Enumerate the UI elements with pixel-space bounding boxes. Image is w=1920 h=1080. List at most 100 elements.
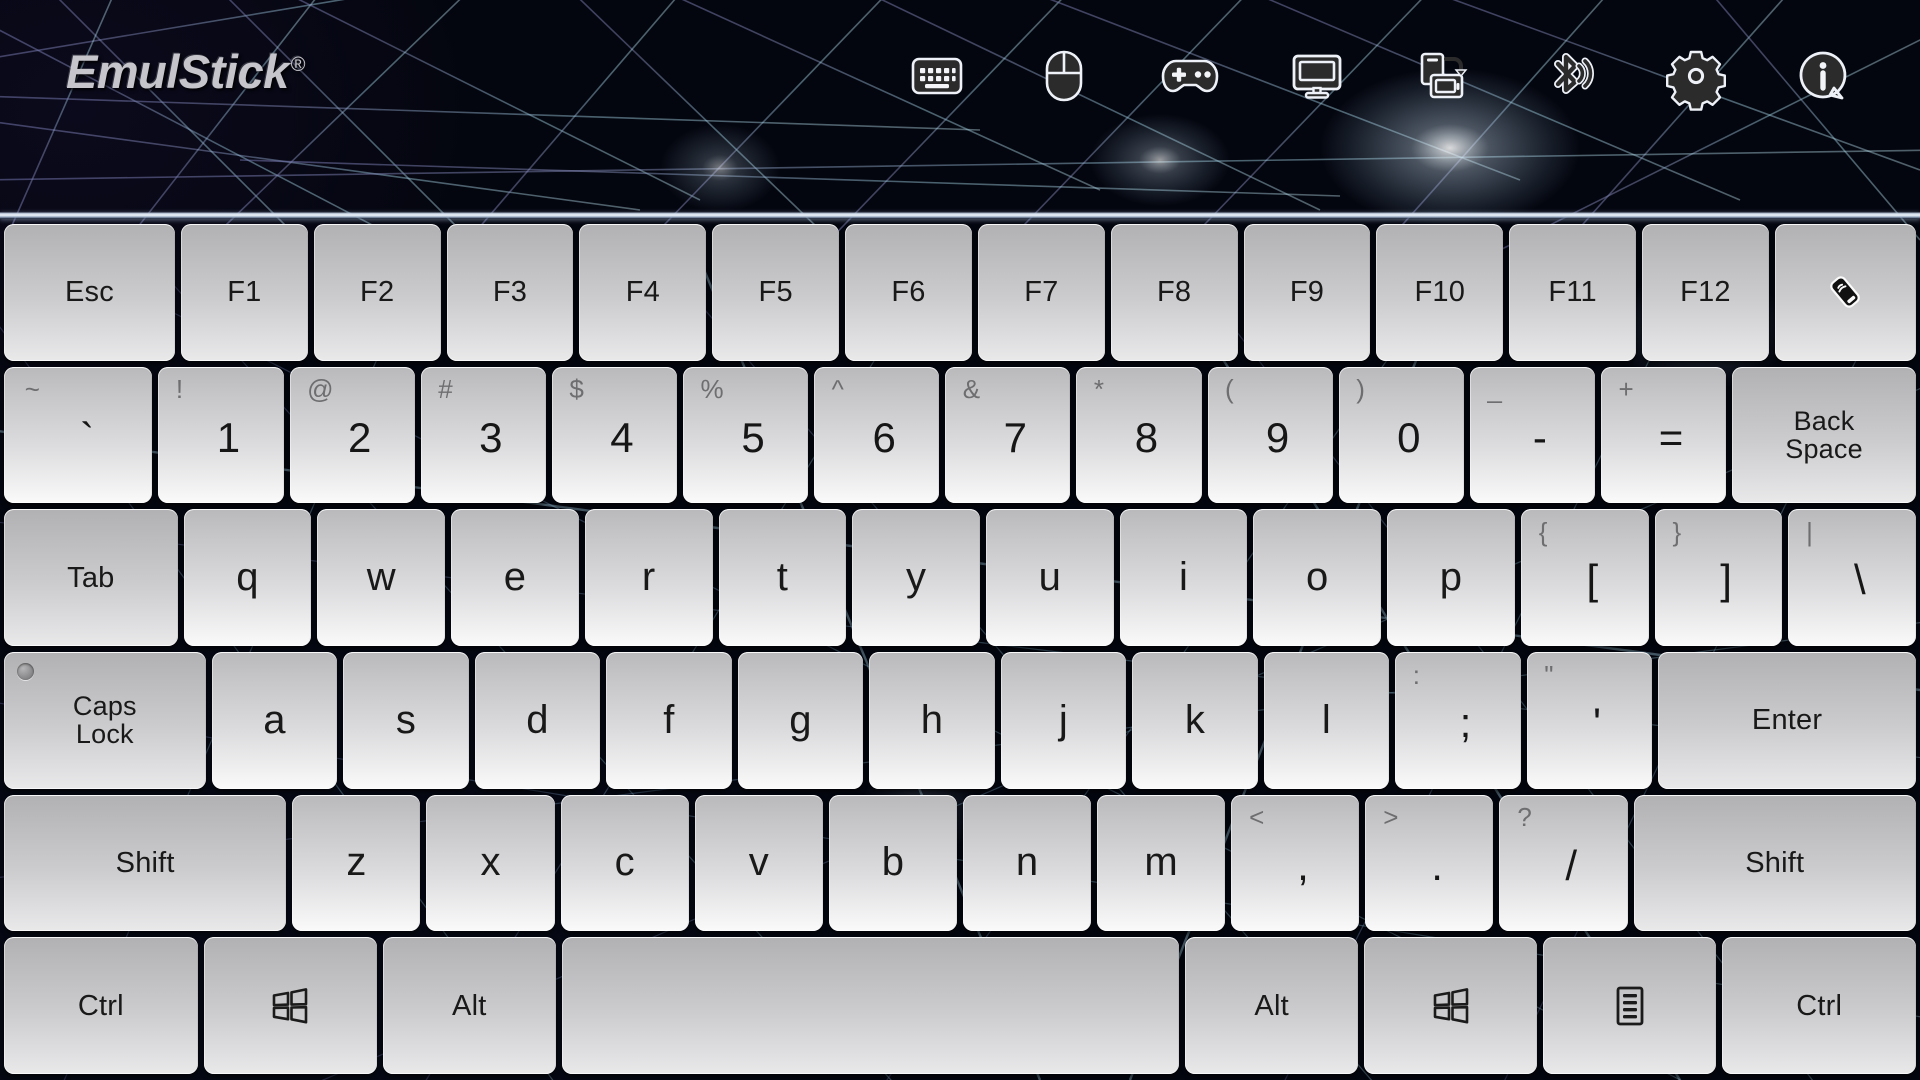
key-label: Alt bbox=[1254, 989, 1289, 1022]
toolbar-button-info[interactable] bbox=[1786, 40, 1860, 112]
virtual-keyboard: Esc F1 F2 F3 F4 F5 F6 F7 F8 F9 F10 F11 F12 ~ `! 1 @2 #3 $4… bbox=[0, 222, 1920, 1080]
key-key-x[interactable]: x bbox=[426, 794, 555, 932]
key-f6[interactable]: F6 bbox=[845, 224, 972, 361]
key-backquote[interactable]: ~ ` bbox=[4, 366, 153, 504]
key-key-r[interactable]: r bbox=[584, 509, 713, 647]
key-bracket-right[interactable]: }] bbox=[1654, 509, 1783, 647]
key-f11[interactable]: F11 bbox=[1509, 224, 1637, 361]
windows-icon-wrapper bbox=[271, 987, 309, 1024]
key-primary-legend: , bbox=[1297, 841, 1309, 889]
bluetooth-icon bbox=[1553, 53, 1594, 94]
key-comma[interactable]: <, bbox=[1231, 794, 1360, 932]
key-alt-left[interactable]: Alt bbox=[382, 937, 556, 1075]
key-slash[interactable]: ? / bbox=[1499, 794, 1628, 932]
key-f8[interactable]: F8 bbox=[1110, 224, 1238, 361]
keyboard-row-shift-row: Shift z x c v b n m <, >.? / Shift bbox=[4, 794, 1916, 932]
key-backspace[interactable]: Back Space bbox=[1732, 366, 1916, 504]
key-label: l bbox=[1321, 697, 1331, 742]
key-digit3[interactable]: #3 bbox=[420, 366, 546, 504]
key-key-l[interactable]: l bbox=[1263, 652, 1390, 789]
key-shift-left[interactable]: Shift bbox=[4, 794, 287, 932]
key-digit9[interactable]: (9 bbox=[1207, 366, 1333, 504]
key-menu[interactable] bbox=[1543, 937, 1717, 1075]
key-f7[interactable]: F7 bbox=[977, 224, 1105, 361]
key-key-a[interactable]: a bbox=[211, 652, 338, 789]
key-digit4[interactable]: $4 bbox=[551, 366, 677, 504]
key-key-o[interactable]: o bbox=[1253, 509, 1382, 647]
toolbar-button-settings[interactable] bbox=[1659, 40, 1733, 112]
key-label: Alt bbox=[452, 989, 487, 1022]
toolbar-button-display[interactable] bbox=[1280, 40, 1354, 112]
key-key-u[interactable]: u bbox=[985, 509, 1114, 647]
key-f1[interactable]: F1 bbox=[180, 224, 308, 361]
key-tab[interactable]: Tab bbox=[4, 509, 178, 647]
key-key-c[interactable]: c bbox=[560, 794, 689, 932]
key-primary-legend: . bbox=[1431, 841, 1443, 889]
key-key-p[interactable]: p bbox=[1387, 509, 1515, 647]
key-alt-right[interactable]: Alt bbox=[1185, 937, 1359, 1075]
key-capslock[interactable]: Caps Lock bbox=[4, 652, 206, 789]
key-label: F12 bbox=[1680, 276, 1731, 309]
key-key-d[interactable]: d bbox=[474, 652, 601, 789]
key-meta-left[interactable] bbox=[203, 937, 377, 1075]
screen-rotate-icon bbox=[1420, 52, 1468, 99]
toolbar-button-keyboard[interactable] bbox=[900, 40, 974, 112]
key-key-z[interactable]: z bbox=[292, 794, 421, 932]
key-f10[interactable]: F10 bbox=[1376, 224, 1504, 361]
key-primary-legend: 1 bbox=[216, 413, 241, 461]
toolbar-button-gamepad[interactable] bbox=[1153, 40, 1227, 112]
key-escape[interactable]: Esc bbox=[4, 224, 175, 361]
key-quote[interactable]: " ' bbox=[1526, 652, 1653, 789]
toolbar-button-bluetooth[interactable] bbox=[1533, 40, 1607, 112]
key-digit7[interactable]: & 7 bbox=[945, 366, 1071, 504]
key-label: y bbox=[906, 554, 927, 599]
key-key-f[interactable]: f bbox=[606, 652, 732, 789]
key-key-k[interactable]: k bbox=[1132, 652, 1258, 789]
key-key-y[interactable]: y bbox=[852, 509, 980, 647]
key-key-m[interactable]: m bbox=[1097, 794, 1226, 932]
key-semicolon[interactable]: :; bbox=[1395, 652, 1521, 789]
key-key-v[interactable]: v bbox=[694, 794, 823, 932]
key-shift-right[interactable]: Shift bbox=[1633, 794, 1916, 932]
key-period[interactable]: >. bbox=[1365, 794, 1494, 932]
key-key-h[interactable]: h bbox=[869, 652, 995, 789]
key-f9[interactable]: F9 bbox=[1243, 224, 1371, 361]
key-digit8[interactable]: * 8 bbox=[1076, 366, 1202, 504]
key-equal[interactable]: + = bbox=[1600, 366, 1727, 504]
key-digit1[interactable]: ! 1 bbox=[158, 366, 284, 504]
key-f12[interactable]: F12 bbox=[1642, 224, 1769, 361]
key-key-q[interactable]: q bbox=[183, 509, 312, 647]
key-enter[interactable]: Enter bbox=[1658, 652, 1916, 789]
key-backslash[interactable]: | \ bbox=[1788, 509, 1916, 647]
key-key-w[interactable]: w bbox=[317, 509, 446, 647]
toolbar-button-rotate[interactable] bbox=[1406, 40, 1480, 112]
key-ctrl-left[interactable]: Ctrl bbox=[4, 937, 198, 1075]
key-key-t[interactable]: t bbox=[718, 509, 847, 647]
key-meta-right[interactable] bbox=[1364, 937, 1538, 1075]
key-ctrl-right[interactable]: Ctrl bbox=[1722, 937, 1916, 1075]
key-key-j[interactable]: j bbox=[1000, 652, 1127, 789]
key-digit6[interactable]: ^ 6 bbox=[814, 366, 940, 504]
key-key-s[interactable]: s bbox=[343, 652, 469, 789]
key-key-i[interactable]: i bbox=[1119, 509, 1248, 647]
key-label: d bbox=[526, 697, 549, 742]
key-minus[interactable]: _ - bbox=[1469, 366, 1595, 504]
key-key-n[interactable]: n bbox=[962, 794, 1092, 932]
key-space[interactable] bbox=[561, 937, 1180, 1075]
key-digit0[interactable]: ) 0 bbox=[1338, 366, 1464, 504]
key-dongle[interactable] bbox=[1774, 224, 1917, 361]
key-f2[interactable]: F2 bbox=[313, 224, 441, 361]
key-primary-legend: 4 bbox=[610, 413, 634, 461]
key-f4[interactable]: F4 bbox=[579, 224, 707, 361]
key-digit2[interactable]: @2 bbox=[289, 366, 415, 504]
key-label: F1 bbox=[227, 276, 262, 309]
toolbar-button-mouse[interactable] bbox=[1027, 40, 1101, 112]
key-f5[interactable]: F5 bbox=[712, 224, 840, 361]
key-bracket-left[interactable]: {[ bbox=[1520, 509, 1649, 647]
key-key-e[interactable]: e bbox=[451, 509, 579, 647]
key-key-b[interactable]: b bbox=[828, 794, 957, 932]
key-label: i bbox=[1179, 554, 1189, 599]
key-f3[interactable]: F3 bbox=[446, 224, 574, 361]
key-digit5[interactable]: % 5 bbox=[682, 366, 809, 504]
key-key-g[interactable]: g bbox=[737, 652, 864, 789]
